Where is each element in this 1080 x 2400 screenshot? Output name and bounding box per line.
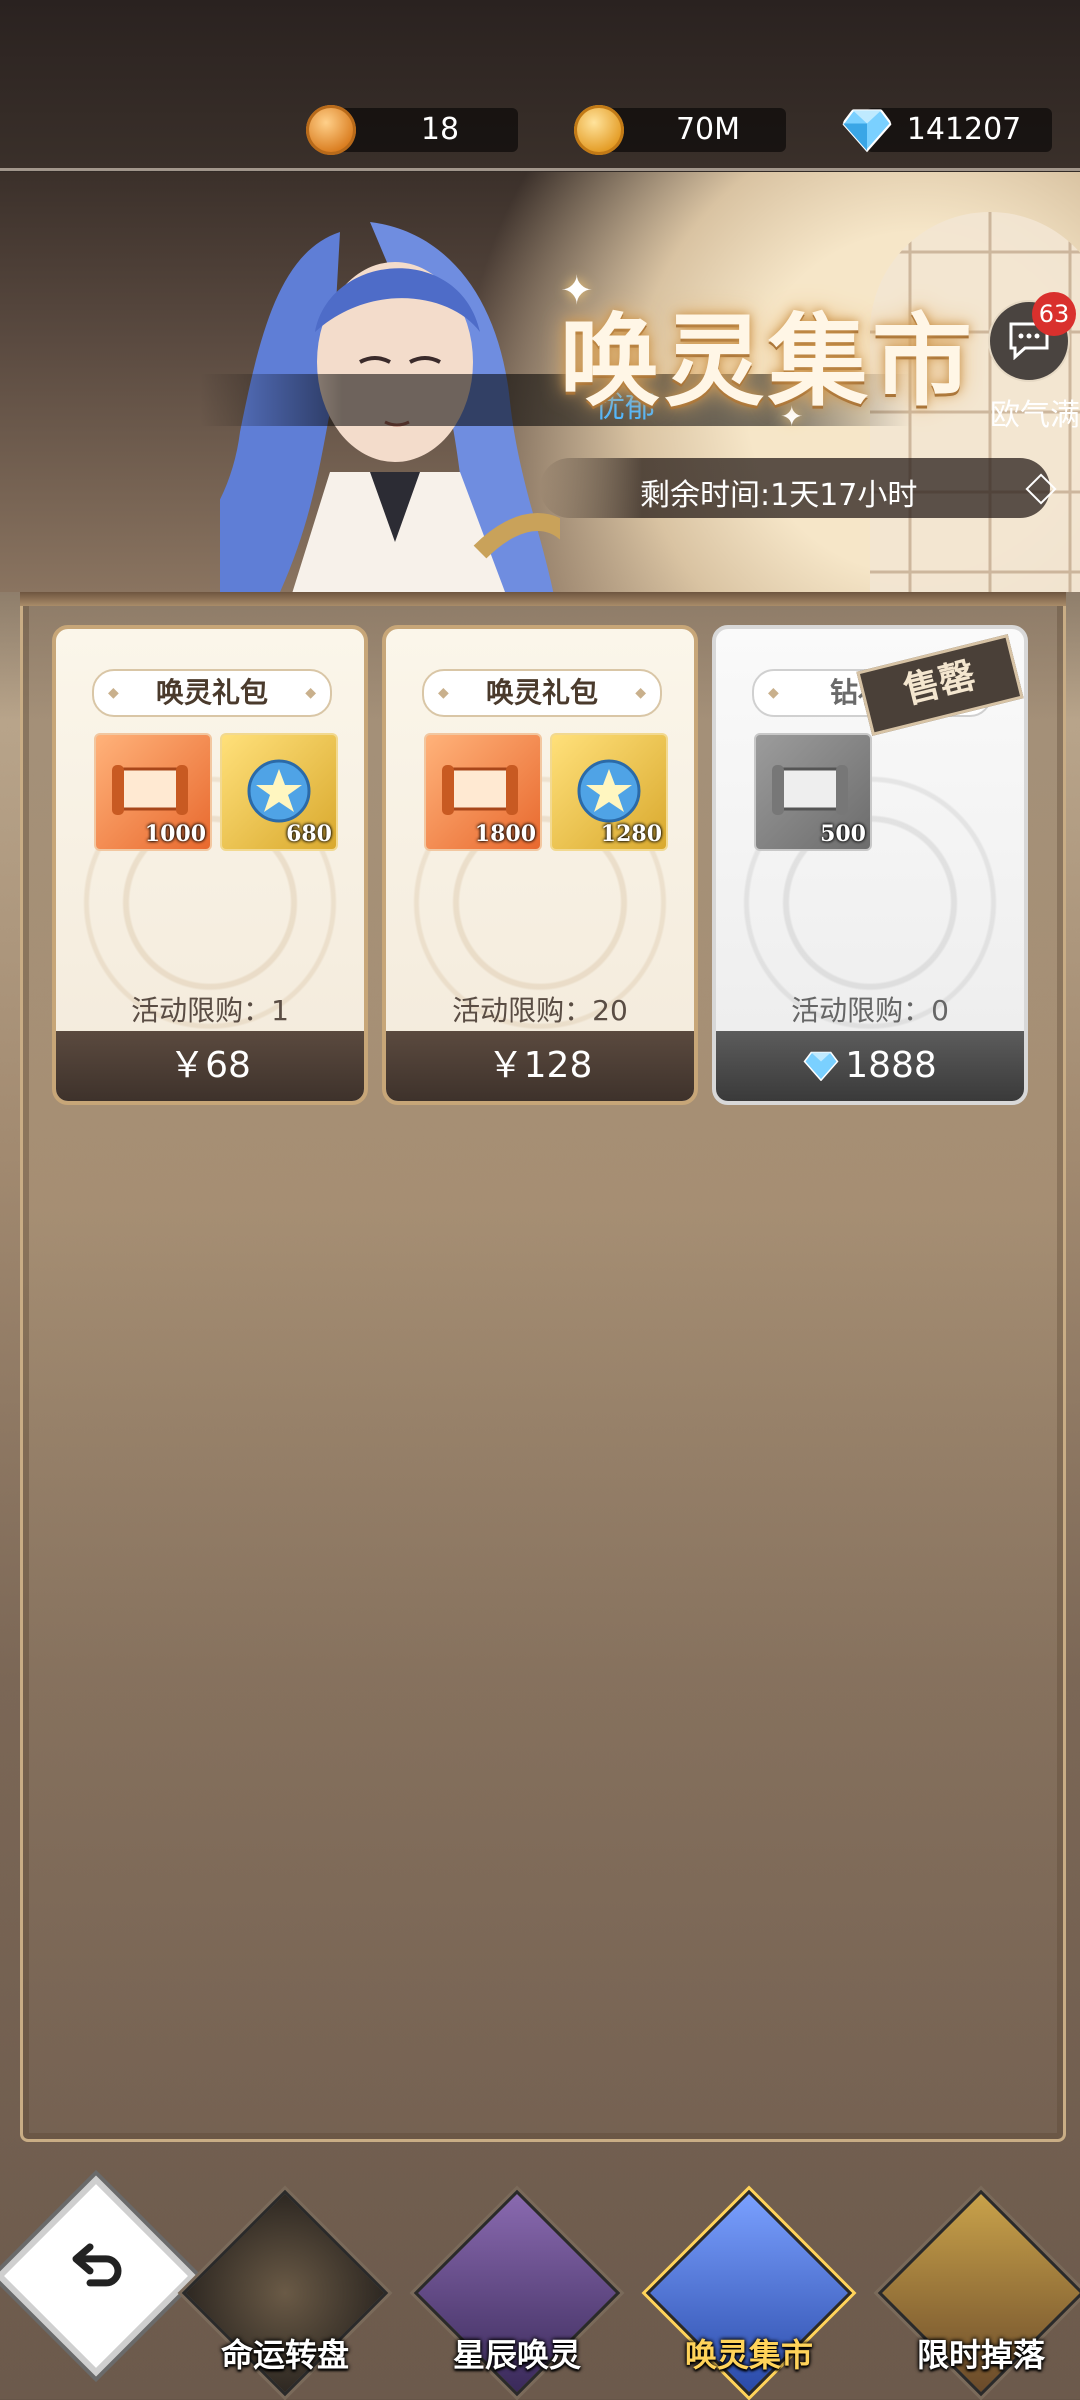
top-divider: [0, 168, 1080, 171]
tab-limited-drop[interactable]: 限时掉落: [877, 2189, 1080, 2397]
diamond-price: 1888: [845, 1045, 937, 1086]
summon-scroll-item[interactable]: 500: [754, 733, 872, 851]
tab-star-summon[interactable]: 星辰唤灵: [413, 2189, 621, 2397]
purchase-limit: 活动限购：1: [131, 994, 289, 1027]
fate-coin-counter[interactable]: 18: [306, 105, 518, 155]
summon-scroll-item[interactable]: 1800: [424, 733, 542, 851]
pack-name: 唤灵礼包: [422, 669, 662, 717]
gold-coin-icon: [574, 105, 624, 155]
chat-notification-badge: 63: [1032, 292, 1076, 336]
summon-scroll-item[interactable]: 1000: [94, 733, 212, 851]
gold-coin-value: 70M: [675, 112, 741, 147]
fate-coin-value: 18: [420, 112, 460, 147]
purchase-limit: 活动限购：20: [452, 994, 628, 1027]
diamond-icon: [803, 1051, 839, 1082]
buy-price-button[interactable]: ￥128: [386, 1031, 694, 1101]
item-quantity: 500: [820, 821, 866, 847]
pack-name: 唤灵礼包: [92, 669, 332, 717]
purchase-limit: 活动限购：0: [791, 994, 949, 1027]
star-orb-icon: [247, 759, 311, 823]
tab-label: 星辰唤灵: [452, 2336, 581, 2374]
tab-summon-market[interactable]: 唤灵集市: [645, 2189, 853, 2397]
tab-label: 唤灵集市: [684, 2336, 813, 2374]
star-orb-item[interactable]: 680: [220, 733, 338, 851]
back-arrow-icon: [72, 2243, 122, 2287]
summon-scroll-icon: [442, 765, 518, 815]
tab-label: 命运转盘: [220, 2336, 349, 2374]
fate-coin-icon: [306, 105, 356, 155]
star-orb-icon: [577, 759, 641, 823]
item-quantity: 1000: [144, 821, 206, 847]
buy-price-button[interactable]: ￥68: [56, 1031, 364, 1101]
gift-pack-card[interactable]: 唤灵礼包 1000 680 活动限购：1 ￥68: [52, 625, 368, 1105]
summon-scroll-icon: [772, 765, 848, 815]
tab-label: 限时掉落: [916, 2336, 1045, 2374]
item-quantity: 680: [286, 821, 332, 847]
event-title: 唤灵集市: [560, 302, 976, 420]
item-quantity: 1800: [474, 821, 536, 847]
remaining-time-bar: 剩余时间:1天17小时: [540, 458, 1057, 518]
diamond-value: 141207: [906, 112, 1022, 147]
gift-pack-card[interactable]: 唤灵礼包 1800 1280 活动限购：20 ￥128: [382, 625, 698, 1105]
diamond-icon: [842, 109, 892, 153]
tab-fate-wheel[interactable]: 命运转盘: [181, 2189, 389, 2397]
item-quantity: 1280: [600, 821, 662, 847]
buy-price-button[interactable]: 1888: [716, 1031, 1024, 1101]
ticker-prefix: 欧气满满的维序者: [990, 398, 1080, 433]
summon-scroll-icon: [112, 765, 188, 815]
diamond-counter[interactable]: 141207: [842, 108, 1052, 153]
gold-coin-counter[interactable]: 70M: [574, 105, 786, 155]
panel-top-frame: [20, 592, 1066, 606]
star-orb-item[interactable]: 1280: [550, 733, 668, 851]
remaining-time-text: 剩余时间:1天17小时: [640, 478, 918, 513]
